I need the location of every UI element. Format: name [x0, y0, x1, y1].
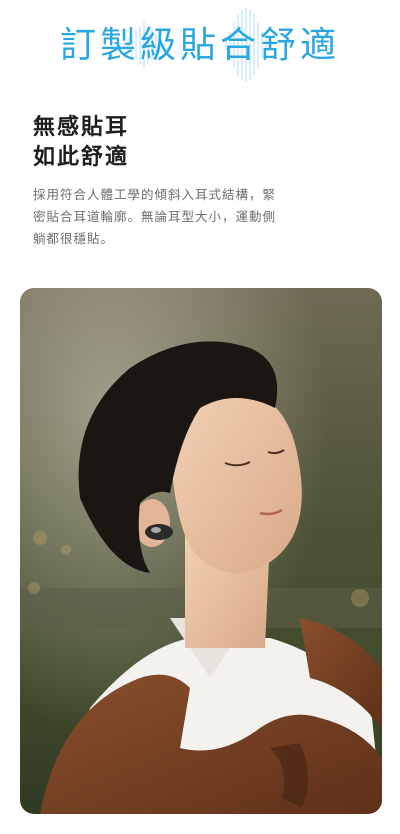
feature-heading-line-2: 如此舒適 — [33, 145, 130, 170]
product-lifestyle-photo — [20, 288, 382, 814]
header-banner: 訂製級貼合舒適 — [0, 0, 400, 100]
feature-heading: 無感貼耳 如此舒適 — [33, 113, 129, 173]
photo-illustration — [20, 288, 382, 814]
feature-description: 採用符合人體工學的傾斜入耳式結構，緊密貼合耳道輪廓。無論耳型大小，運動側躺都很穩… — [33, 187, 277, 246]
page-title: 訂製級貼合舒適 — [59, 25, 340, 66]
feature-heading-line-1: 無感貼耳 — [33, 115, 130, 140]
